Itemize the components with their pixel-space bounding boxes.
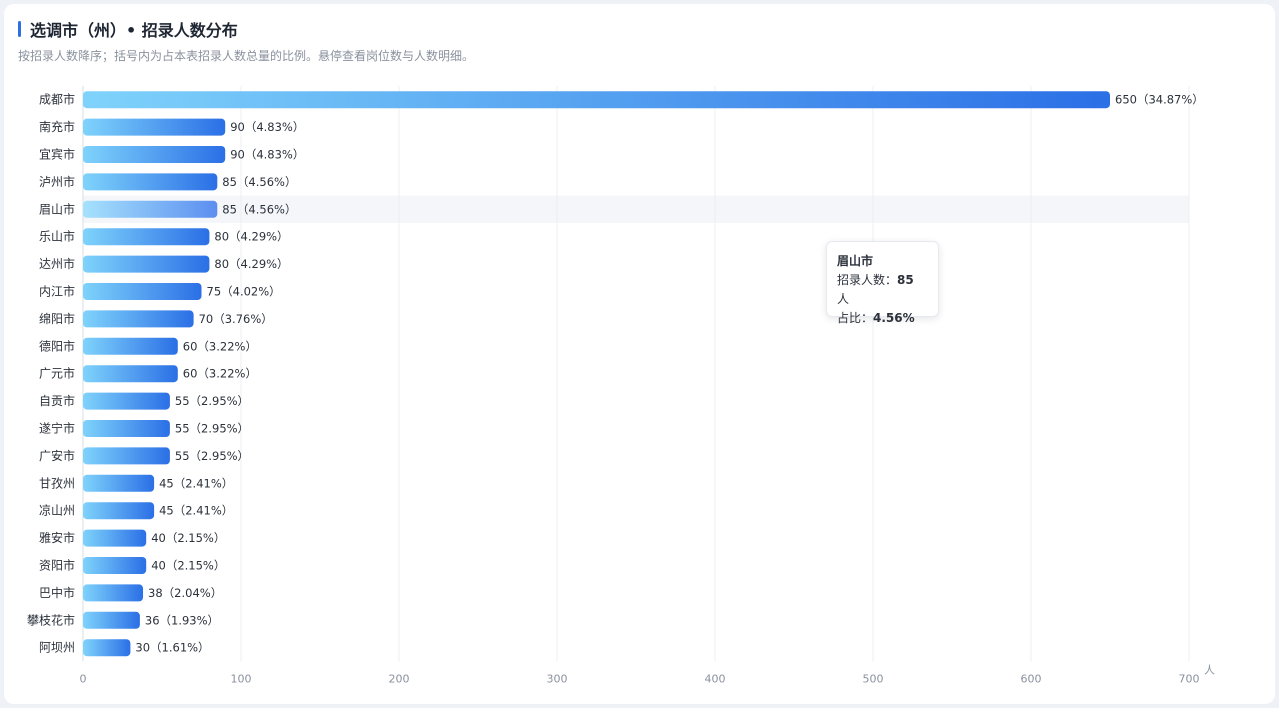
y-category-label: 绵阳市 — [39, 311, 75, 326]
y-category-label: 达州市 — [39, 256, 75, 271]
y-category-label: 内江市 — [39, 284, 75, 299]
tooltip-ratio-row: 占比：4.56% — [837, 309, 928, 328]
y-category-label: 资阳市 — [39, 558, 75, 573]
x-tick-label: 100 — [231, 672, 252, 685]
x-tick-label: 0 — [80, 672, 87, 685]
bar — [83, 146, 226, 163]
bar-value-label: 80（4.29%） — [214, 230, 288, 244]
y-category-label: 宜宾市 — [39, 147, 75, 162]
x-tick-label: 400 — [705, 672, 726, 685]
hover-tooltip: 眉山市 招录人数：85 人 占比：4.56% — [826, 241, 939, 325]
tooltip-count-label: 招录人数： — [837, 273, 898, 287]
bar — [83, 584, 144, 602]
bar-value-label: 36（1.93%） — [145, 613, 219, 627]
bar-value-label: 60（3.22%） — [183, 367, 257, 381]
bar-value-label: 90（4.83%） — [230, 148, 304, 162]
bar — [83, 474, 155, 492]
x-tick-label: 700 — [1179, 672, 1200, 685]
bar — [83, 392, 170, 410]
y-category-label: 阿坝州 — [39, 641, 75, 655]
bar-value-label: 80（4.29%） — [214, 257, 288, 271]
y-category-label: 德阳市 — [39, 338, 75, 353]
y-category-label: 南充市 — [39, 119, 75, 134]
bar — [83, 228, 210, 246]
bar — [83, 283, 202, 300]
tooltip-count-row: 招录人数：85 人 — [837, 271, 928, 309]
bar — [83, 200, 218, 218]
bar-value-label: 30（1.61%） — [135, 641, 209, 655]
x-tick-label: 300 — [547, 672, 568, 685]
tooltip-title: 眉山市 — [837, 254, 874, 268]
bar — [83, 310, 194, 328]
y-category-label: 自贡市 — [39, 393, 75, 408]
y-category-label: 广安市 — [39, 448, 75, 463]
bar — [83, 118, 226, 136]
bar-value-label: 650（34.87%） — [1115, 93, 1204, 107]
bar-value-label: 85（4.56%） — [222, 175, 296, 189]
x-tick-label: 600 — [1021, 672, 1042, 685]
bar-value-label: 55（2.95%） — [175, 449, 249, 463]
bar-value-label: 45（2.41%） — [159, 504, 233, 518]
bar-value-label: 55（2.95%） — [175, 394, 249, 408]
bar — [83, 611, 140, 629]
y-category-label: 巴中市 — [39, 585, 75, 600]
bar — [83, 91, 1110, 109]
y-category-label: 遂宁市 — [39, 421, 75, 436]
bar-value-label: 45（2.41%） — [159, 476, 233, 490]
y-category-label: 眉山市 — [39, 201, 75, 216]
bar — [83, 420, 170, 437]
bar — [83, 173, 218, 191]
bar — [83, 255, 210, 273]
tooltip-count-value: 85 — [897, 273, 914, 287]
bar-value-label: 90（4.83%） — [230, 120, 304, 134]
bar — [83, 337, 178, 355]
tooltip-ratio-label: 占比： — [837, 311, 874, 325]
bar — [83, 529, 147, 547]
y-category-label: 广元市 — [39, 366, 75, 381]
x-tick-label: 500 — [863, 672, 884, 685]
bar-value-label: 40（2.15%） — [151, 559, 225, 573]
bar — [83, 639, 131, 657]
bar-value-label: 85（4.56%） — [222, 202, 296, 216]
bar — [83, 447, 170, 465]
bar — [83, 502, 155, 520]
tooltip-ratio-value: 4.56% — [873, 311, 915, 325]
bar-value-label: 40（2.15%） — [151, 531, 225, 545]
tooltip-count-unit: 人 — [837, 292, 850, 306]
bar-chart: 0 100 200 300 400 500 600 700 人 成都市 650（34.87%） 南充市… — [27, 86, 1215, 685]
y-category-label: 乐山市 — [39, 229, 75, 244]
bar-value-label: 55（2.95%） — [175, 422, 249, 436]
bar — [83, 557, 147, 574]
y-category-label: 凉山州 — [39, 503, 75, 518]
y-category-label: 成都市 — [39, 92, 75, 107]
x-tick-label: 200 — [389, 672, 410, 685]
x-unit-label: 人 — [1204, 663, 1215, 676]
bar-value-label: 75（4.02%） — [207, 285, 281, 299]
y-category-label: 泸州市 — [39, 174, 75, 189]
bar-value-label: 38（2.04%） — [148, 586, 222, 600]
bar-value-label: 70（3.76%） — [199, 312, 273, 326]
y-category-label: 甘孜州 — [39, 476, 75, 490]
y-category-label: 攀枝花市 — [27, 612, 75, 627]
bar-value-label: 60（3.22%） — [183, 339, 257, 353]
bar — [83, 365, 178, 383]
y-category-label: 雅安市 — [39, 530, 75, 545]
